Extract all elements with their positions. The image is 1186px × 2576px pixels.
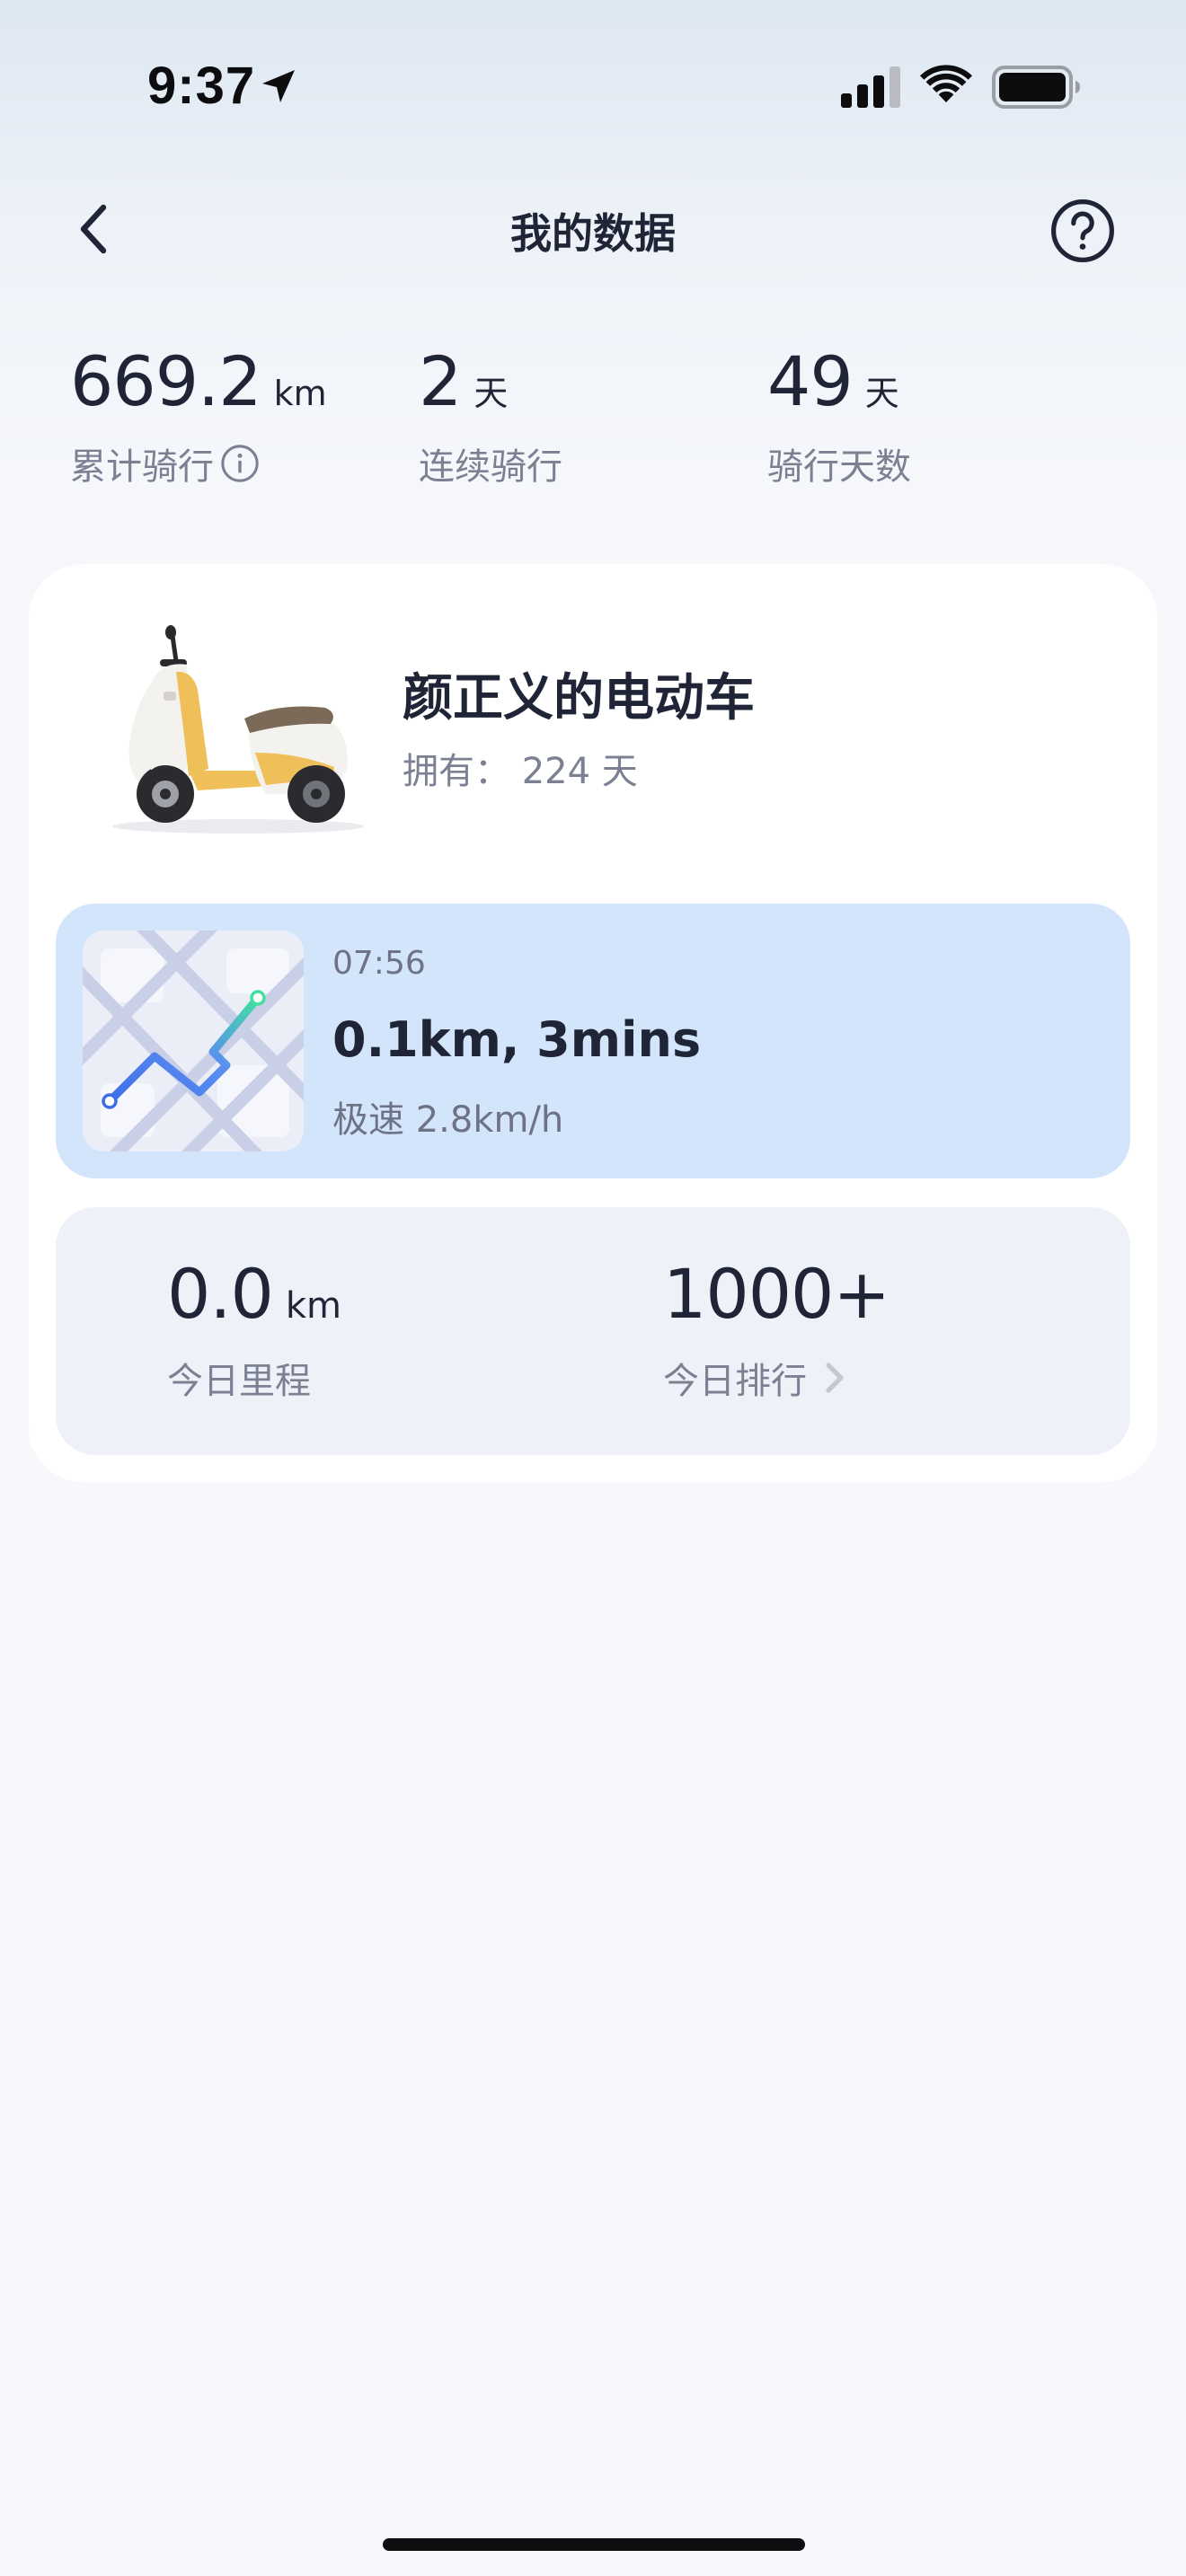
ownership-days: 224 <box>521 751 591 792</box>
ride-days-value: 49 <box>767 341 854 421</box>
vehicle-name: 颜正义的电动车 <box>403 669 755 728</box>
streak-value: 2 <box>419 341 462 421</box>
status-bar: 9:37 <box>0 0 1186 171</box>
today-mileage-value: 0.0 <box>167 1254 274 1334</box>
today-stats-card: 0.0 km 今日里程 1000+ 今日排行 <box>56 1207 1130 1455</box>
ownership-label: 拥有： <box>403 751 510 792</box>
ride-start-time: 07:56 <box>332 945 426 982</box>
wifi-icon <box>920 65 972 102</box>
battery-icon <box>992 66 1080 109</box>
info-icon[interactable] <box>219 443 261 484</box>
ride-top-speed: 极速 2.8km/h <box>332 1099 564 1141</box>
total-distance-label: 累计骑行 <box>70 446 214 488</box>
location-arrow-icon <box>262 70 295 102</box>
route-map-thumbnail <box>83 931 304 1151</box>
ride-summary: 0.1km, 3mins <box>332 1011 702 1068</box>
today-ranking[interactable]: 1000+ 今日排行 <box>663 1254 890 1404</box>
summary-stats: 669.2 km 累计骑行 2 天 连续骑行 49 天 骑行天数 <box>0 341 1186 521</box>
today-ranking-value: 1000+ <box>663 1254 890 1334</box>
scooter-image <box>112 625 364 834</box>
ride-days-stat: 49 天 骑行天数 <box>767 341 911 490</box>
ownership-duration: 拥有： 224 天 <box>403 742 638 794</box>
cellular-signal-icon <box>841 66 900 108</box>
vehicle-card: 颜正义的电动车 拥有： 224 天 07:56 0.1km, 3mins 极速 … <box>29 564 1157 1482</box>
latest-ride-card[interactable]: 07:56 0.1km, 3mins 极速 2.8km/h <box>56 904 1130 1178</box>
today-ranking-label: 今日排行 <box>663 1361 807 1402</box>
navigation-header: 我的数据 <box>0 180 1186 278</box>
today-mileage: 0.0 km 今日里程 <box>167 1254 341 1404</box>
total-distance-unit: km <box>273 374 327 413</box>
status-time: 9:37 <box>147 57 256 115</box>
home-indicator[interactable] <box>383 2538 805 2551</box>
streak-label: 连续骑行 <box>419 446 562 488</box>
today-mileage-unit: km <box>285 1285 342 1327</box>
today-mileage-label: 今日里程 <box>167 1361 311 1402</box>
total-distance-value: 669.2 <box>70 341 262 421</box>
total-distance-stat: 669.2 km 累计骑行 <box>70 341 327 490</box>
streak-stat: 2 天 连续骑行 <box>419 341 562 490</box>
streak-unit: 天 <box>474 374 509 413</box>
ride-days-unit: 天 <box>864 374 899 413</box>
chevron-right-icon <box>826 1363 844 1393</box>
ride-days-label: 骑行天数 <box>767 446 911 488</box>
ownership-unit: 天 <box>601 751 638 792</box>
page-title: 我的数据 <box>510 209 676 258</box>
question-circle-icon[interactable] <box>1049 198 1116 264</box>
